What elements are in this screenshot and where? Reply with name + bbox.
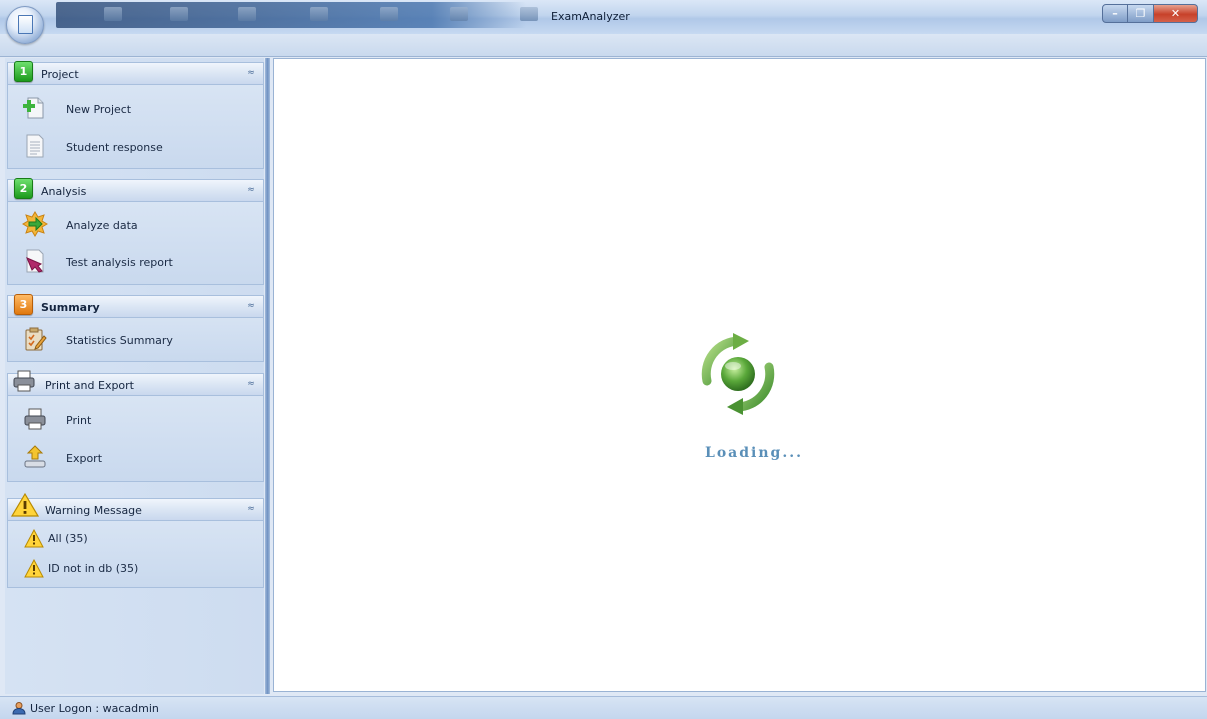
nav-item-new-project[interactable]: New Project: [8, 92, 263, 126]
status-bar: User Logon : wacadmin: [0, 696, 1207, 719]
group-title: Analysis: [41, 185, 87, 198]
collapse-icon[interactable]: ≈: [245, 184, 257, 196]
printer-icon: [24, 408, 46, 430]
nav-item-label: Analyze data: [66, 219, 138, 232]
nav-item-student-response[interactable]: Student response: [8, 130, 263, 164]
pane-splitter[interactable]: [265, 58, 270, 694]
group-analysis: 2 Analysis ≈ Analyze data Test analysis …: [7, 178, 264, 285]
document-icon: [26, 134, 44, 158]
warning-icon: [11, 492, 39, 517]
collapse-icon[interactable]: ≈: [245, 67, 257, 79]
nav-item-export[interactable]: Export: [8, 441, 263, 475]
nav-item-label: Statistics Summary: [66, 334, 173, 347]
step-badge: 1: [14, 61, 33, 82]
collapse-icon[interactable]: ≈: [245, 300, 257, 312]
new-project-icon: [23, 97, 44, 119]
quick-access-icon[interactable]: [170, 7, 188, 21]
group-print-export: Print and Export ≈ Print Export: [7, 370, 264, 482]
loading-spinner-icon: [701, 333, 775, 415]
navigation-pane: 1 Project ≈ New Project Student response…: [5, 58, 264, 694]
group-header-project[interactable]: 1 Project ≈: [8, 61, 263, 85]
group-title: Warning Message: [45, 504, 142, 517]
nav-item-statistics-summary[interactable]: Statistics Summary: [8, 323, 263, 357]
nav-item-analyze-data[interactable]: Analyze data: [8, 208, 263, 242]
maximize-button[interactable]: ❐: [1128, 4, 1154, 23]
step-badge: 2: [14, 178, 33, 199]
group-header-summary[interactable]: 3 Summary ≈: [8, 294, 263, 318]
clipboard-icon: [25, 327, 47, 351]
title-bar: ExamAnalyzer – ❐ ✕: [0, 0, 1207, 35]
nav-item-label: Export: [66, 452, 103, 465]
group-project: 1 Project ≈ New Project Student response: [7, 61, 264, 169]
printer-icon: [13, 370, 35, 392]
nav-item-label: Student response: [66, 141, 163, 154]
minimize-button[interactable]: –: [1102, 4, 1128, 23]
nav-item-label: ID not in db (35): [48, 562, 139, 575]
group-header-print-export[interactable]: Print and Export ≈: [8, 370, 263, 396]
quick-access-icon[interactable]: [380, 7, 398, 21]
nav-item-label: Print: [66, 414, 92, 427]
collapse-icon[interactable]: ≈: [245, 378, 257, 390]
group-header-warning-message[interactable]: Warning Message ≈: [8, 492, 263, 521]
step-badge: 3: [14, 294, 33, 315]
warning-icon: [24, 559, 44, 578]
group-warning-message: Warning Message ≈ All (35) ID not in db …: [7, 492, 264, 589]
group-title: Print and Export: [45, 379, 134, 392]
ribbon-bar: [0, 34, 1207, 57]
close-button[interactable]: ✕: [1154, 4, 1198, 23]
quick-access-icon[interactable]: [104, 7, 122, 21]
application-icon: [18, 15, 33, 34]
group-header-analysis[interactable]: 2 Analysis ≈: [8, 178, 263, 202]
nav-item-test-analysis-report[interactable]: Test analysis report: [8, 245, 263, 279]
nav-item-label: All (35): [48, 532, 88, 545]
group-title: Summary: [41, 301, 100, 314]
report-icon: [26, 249, 44, 273]
warning-icon: [24, 529, 44, 548]
window-controls: – ❐ ✕: [1102, 4, 1198, 24]
analyze-icon: [22, 211, 48, 237]
application-menu-button[interactable]: [6, 6, 44, 44]
nav-item-print[interactable]: Print: [8, 403, 263, 437]
status-user-logon: User Logon : wacadmin: [30, 702, 159, 715]
nav-item-warning-id-not-in-db[interactable]: ID not in db (35): [8, 555, 263, 589]
export-icon: [24, 445, 46, 468]
quick-access-icon[interactable]: [238, 7, 256, 21]
loading-text: Loading...: [705, 445, 803, 461]
minimize-icon: –: [1112, 7, 1118, 20]
maximize-icon: ❐: [1135, 7, 1146, 20]
user-icon: [12, 702, 26, 715]
group-summary: 3 Summary ≈ Statistics Summary: [7, 294, 264, 362]
collapse-icon[interactable]: ≈: [245, 503, 257, 515]
group-title: Project: [41, 68, 79, 81]
nav-item-label: New Project: [66, 103, 132, 116]
nav-item-label: Test analysis report: [66, 256, 173, 269]
main-content-area: Loading...: [273, 58, 1206, 692]
quick-access-icon[interactable]: [450, 7, 468, 21]
window-title: ExamAnalyzer: [551, 10, 630, 23]
nav-item-warning-all[interactable]: All (35): [8, 525, 263, 559]
quick-access-icon[interactable]: [310, 7, 328, 21]
quick-access-icon[interactable]: [520, 7, 538, 21]
close-icon: ✕: [1170, 7, 1181, 20]
